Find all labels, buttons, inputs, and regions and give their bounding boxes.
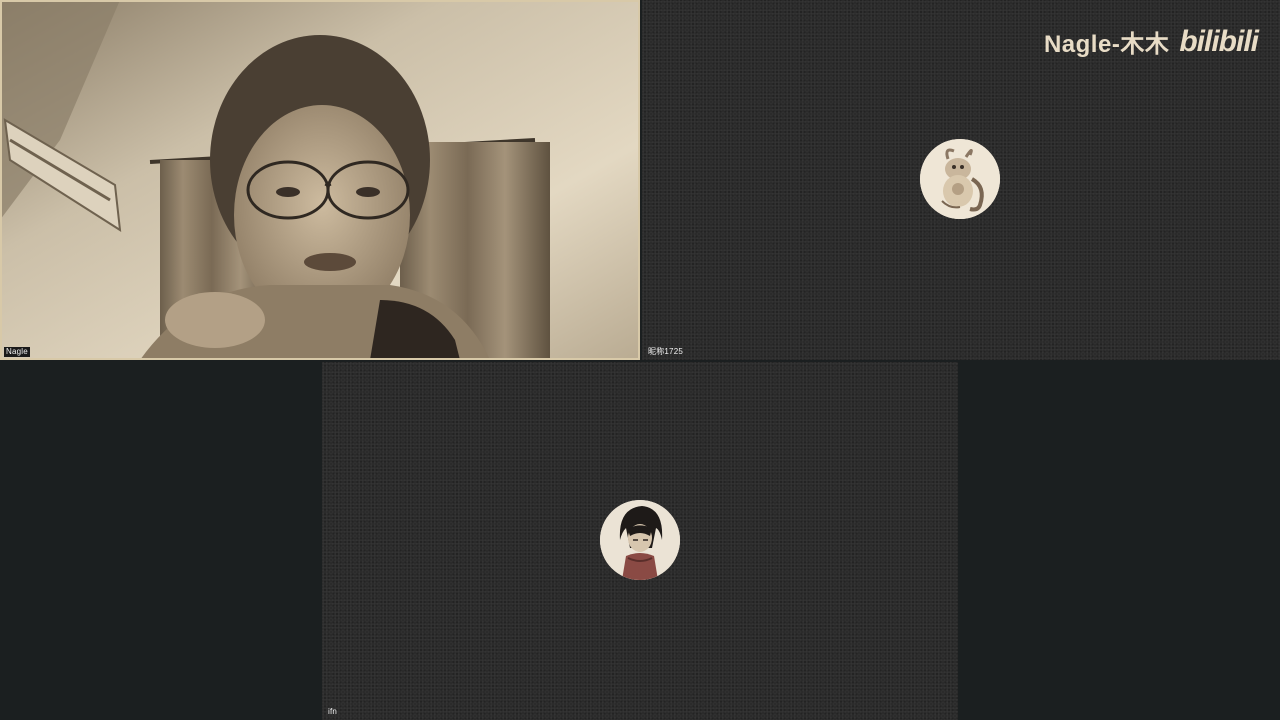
watermark: Nagle-木木 bilibili [1043, 24, 1259, 59]
bilibili-logo: bilibili [1179, 24, 1259, 58]
video-tile-participant-2[interactable]: Nagle-木木 bilibili 昵称1725 [642, 0, 1280, 360]
watermark-text: Nagle-木木 [1043, 31, 1170, 58]
video-tile-participant-1[interactable]: Nagle [0, 0, 640, 360]
participant-name-label: ifn [328, 707, 338, 716]
participant-name-label: Nagle [4, 347, 30, 357]
camera-feed [0, 0, 640, 360]
anime-character-avatar-icon [600, 500, 680, 580]
video-tile-participant-3[interactable]: ifn [322, 362, 958, 720]
participant-name-label: 昵称1725 [648, 347, 683, 356]
cartoon-animal-avatar-icon [920, 139, 1000, 219]
